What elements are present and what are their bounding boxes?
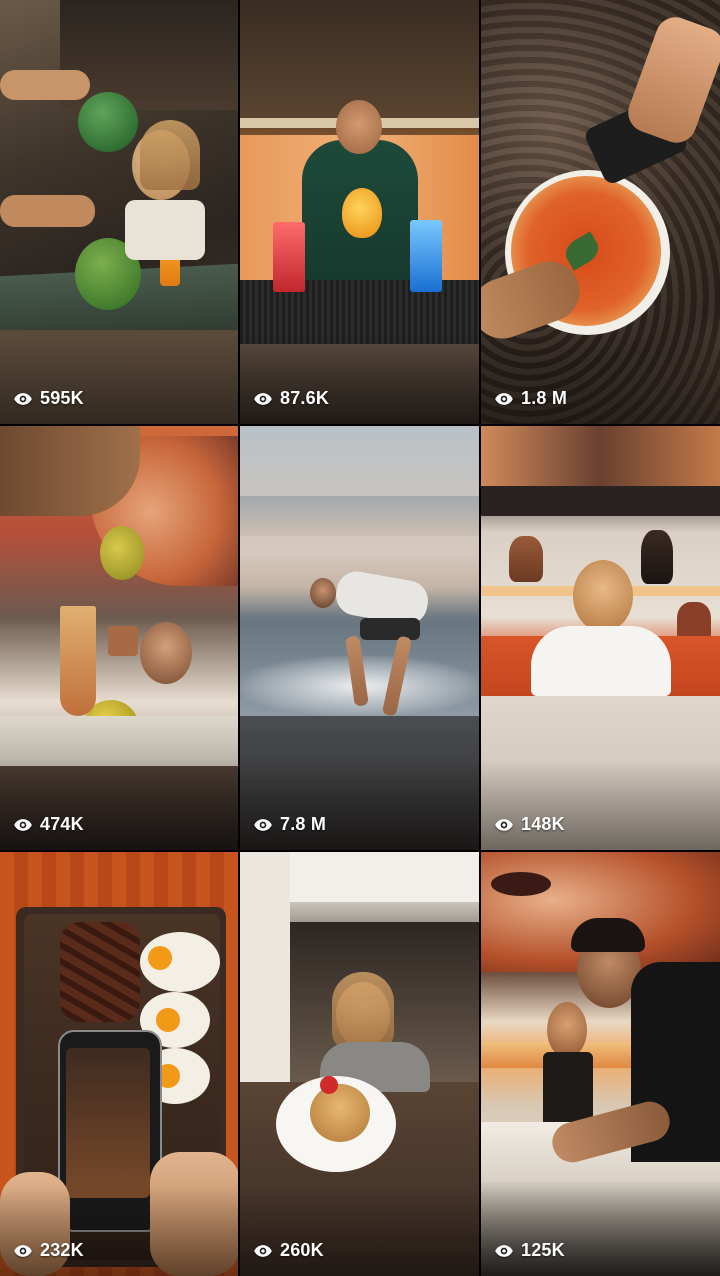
video-grid: 595K 87.6K 1.8 M 474K 7.8 M 148K 232K 26…: [0, 0, 720, 1276]
video-thumbnail-2[interactable]: 87.6K: [240, 0, 479, 424]
video-thumbnail-9[interactable]: 125K: [481, 852, 720, 1276]
view-count: 125K: [494, 1240, 565, 1261]
view-count: 1.8 M: [494, 388, 567, 409]
eye-icon: [14, 1244, 32, 1257]
eye-icon: [14, 392, 32, 405]
eye-icon: [495, 818, 513, 831]
view-count: 474K: [13, 814, 84, 835]
eye-icon: [14, 818, 32, 831]
eye-icon: [254, 1244, 272, 1257]
view-count-label: 595K: [40, 388, 84, 408]
view-count-label: 232K: [40, 1240, 84, 1260]
view-count-label: 87.6K: [280, 388, 330, 408]
view-count-label: 148K: [521, 814, 565, 834]
video-thumbnail-7[interactable]: 232K: [0, 852, 238, 1276]
video-thumbnail-5[interactable]: 7.8 M: [240, 426, 479, 850]
video-thumbnail-4[interactable]: 474K: [0, 426, 238, 850]
view-count: 595K: [13, 388, 84, 409]
eye-icon: [254, 392, 272, 405]
view-count: 87.6K: [253, 388, 329, 409]
view-count: 232K: [13, 1240, 84, 1261]
view-count: 148K: [494, 814, 565, 835]
view-count-label: 260K: [280, 1240, 324, 1260]
view-count: 260K: [253, 1240, 324, 1261]
eye-icon: [254, 818, 272, 831]
video-thumbnail-8[interactable]: 260K: [240, 852, 479, 1276]
video-thumbnail-1[interactable]: 595K: [0, 0, 238, 424]
video-thumbnail-3[interactable]: 1.8 M: [481, 0, 720, 424]
video-thumbnail-6[interactable]: 148K: [481, 426, 720, 850]
eye-icon: [495, 392, 513, 405]
view-count-label: 125K: [521, 1240, 565, 1260]
view-count-label: 1.8 M: [521, 388, 568, 408]
view-count-label: 7.8 M: [280, 814, 327, 834]
view-count-label: 474K: [40, 814, 84, 834]
view-count: 7.8 M: [253, 814, 326, 835]
eye-icon: [495, 1244, 513, 1257]
